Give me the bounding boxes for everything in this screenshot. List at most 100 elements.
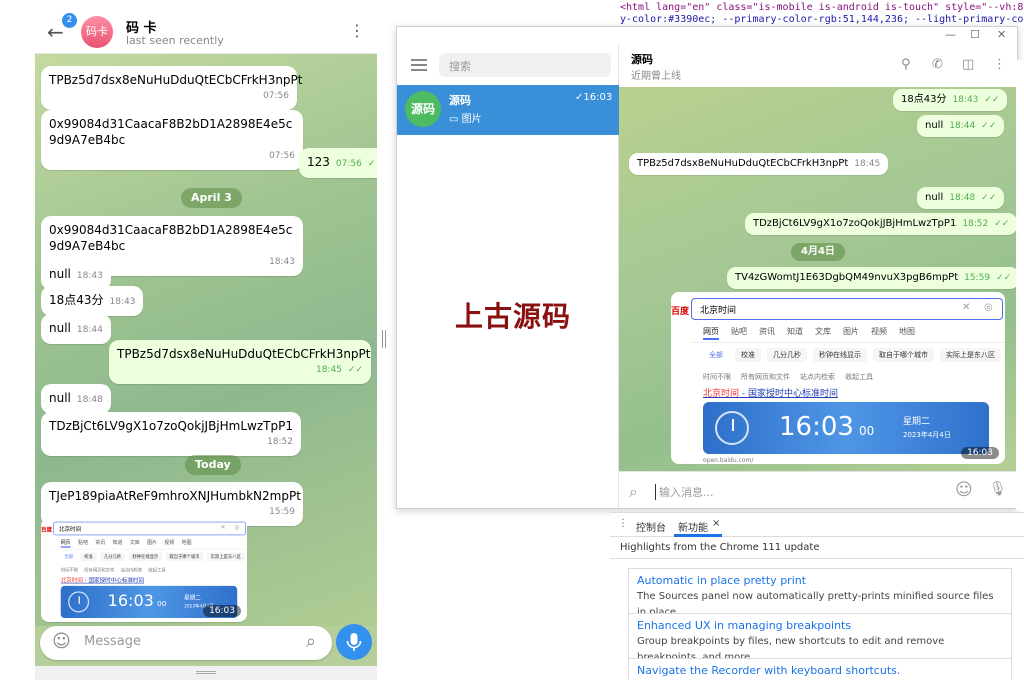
baidu-tab: 图片	[843, 327, 859, 336]
tab-whats-new[interactable]: 新功能	[678, 519, 708, 534]
search-icon[interactable]: ⚲	[901, 57, 911, 72]
paperclip-icon[interactable]: ⌕	[629, 482, 638, 502]
message-text: 123	[307, 155, 330, 169]
message-bubble[interactable]: TPBz5d7dsx8eNuHuDduQtECbCFrkH3npPt 07:56	[41, 66, 303, 110]
message-text: null	[925, 120, 944, 131]
feature-card[interactable]: Navigate the Recorder with keyboard shor…	[628, 658, 1012, 680]
message-bubble[interactable]: null 18:44	[41, 314, 111, 344]
chat-title[interactable]: 源码	[631, 51, 653, 67]
feature-title[interactable]: Enhanced UX in managing breakpoints	[637, 618, 1003, 634]
resize-handle[interactable]	[196, 671, 216, 674]
link-highlight: 北京时间	[703, 389, 740, 399]
message-bubble-outgoing[interactable]: 18点43分 18:43 ✓✓	[893, 89, 1008, 111]
baidu-logo: 百度	[41, 527, 53, 534]
close-icon: ✕	[962, 302, 971, 313]
baidu-tab: 图片	[147, 539, 157, 546]
menu-icon[interactable]	[411, 59, 427, 74]
tab-console[interactable]: 控制台	[636, 519, 666, 534]
link-text: - 国家授时中心标准时间	[82, 577, 145, 585]
double-check-icon: ✓✓	[984, 95, 1000, 105]
feature-title[interactable]: Automatic in place pretty print	[637, 573, 1003, 589]
message-list[interactable]: 18点43分 18:43 ✓✓ null 18:44 ✓✓ TPBz5d7dsx8eNu…	[619, 87, 1017, 471]
baidu-filters: 时间不限 所有网页和文件 站点内检索 收起工具	[61, 567, 172, 573]
image-message[interactable]: 百度 北京时间 ✕ ◎ 网页 贴吧 资讯 知道 文库 图片 视频 地图 全部 校准 几分几秒 秒钟在…	[671, 292, 1005, 464]
baidu-filters: 时间不限 所有网页和文件 站点内检索 收起工具	[703, 372, 883, 382]
message-text: null	[49, 321, 71, 335]
baidu-chips: 全部 校准 几分几秒 秒钟在线显示 取自于哪个城市 实际上是东八区	[60, 552, 247, 562]
message-bubble[interactable]: 0x99084d31CaacaF8B2bD1A2898E4e5c9d9A7eB4…	[41, 110, 303, 170]
message-bubble-outgoing[interactable]: TPBz5d7dsx8eNuHuDduQtECbCFrkH3npPt 18:45…	[109, 340, 371, 384]
baidu-chip: 取自于哪个城市	[165, 552, 204, 562]
close-button[interactable]: ✕	[997, 28, 1006, 41]
feature-title[interactable]: Navigate the Recorder with keyboard shor…	[637, 663, 1003, 679]
microphone-button[interactable]	[336, 624, 372, 660]
message-input[interactable]: 输入消息...	[655, 484, 714, 500]
image-message[interactable]: 百度 北京时间 ✕ ◎ 网页 贴吧 资讯 知道 文库 图片 视频 地图 全部 校准 几分几秒 秒钟在…	[41, 518, 247, 622]
message-bubble-outgoing[interactable]: null 18:48 ✓✓	[917, 187, 1005, 209]
message-bubble-outgoing[interactable]: TDzBjCt6LV9gX1o7zoQokjJBjHmLwzTpP1 18:52 ✓…	[745, 213, 1017, 235]
divider	[53, 548, 247, 550]
more-vertical-icon[interactable]: ⋮	[993, 57, 1006, 72]
minimize-button[interactable]: —	[945, 28, 956, 41]
mobile-chat-view: ← 2 码卡 码 卡 last seen recently ⋮ TPBz5d7d…	[35, 10, 377, 666]
baidu-chip: 取自于哪个城市	[873, 348, 934, 362]
pane-splitter[interactable]	[382, 330, 386, 348]
desktop-telegram-window: — ☐ ✕ 搜索 源码 源码 ▭ 图片 ✓16:03 上古源码 源码 近期曾上线…	[396, 26, 1018, 509]
search-input[interactable]: 搜索	[439, 53, 611, 77]
baidu-chip: 几分几秒	[100, 552, 125, 562]
baidu-filter: 收起工具	[845, 373, 873, 381]
baidu-tab: 网页	[703, 327, 719, 340]
message-bubble[interactable]: TPBz5d7dsx8eNuHuDduQtECbCFrkH3npPt 18:45	[629, 153, 889, 175]
camera-icon: ◎	[984, 302, 993, 313]
message-text: TPBz5d7dsx8eNuHuDduQtECbCFrkH3npPt	[117, 347, 371, 361]
message-time: 18:44	[949, 121, 976, 131]
baidu-chip: 校准	[735, 348, 761, 362]
message-text: TPBz5d7dsx8eNuHuDduQtECbCFrkH3npPt	[637, 158, 849, 169]
chat-name: 源码	[449, 94, 471, 107]
baidu-chip: 全部	[60, 552, 77, 562]
maximize-button[interactable]: ☐	[970, 28, 980, 41]
double-check-icon: ✓✓	[994, 219, 1010, 229]
sidebar-icon[interactable]: ◫	[962, 57, 974, 72]
baidu-chip: 校准	[80, 552, 97, 562]
more-vertical-icon[interactable]: ⋮	[349, 21, 365, 40]
close-icon[interactable]: ×	[712, 518, 720, 529]
message-time: 16:03	[203, 605, 241, 617]
chat-header: 源码 近期曾上线 ⚲ ✆ ◫ ⋮	[619, 45, 1017, 87]
emoji-icon[interactable]: ☺	[52, 632, 71, 652]
message-bubble-outgoing[interactable]: null 18:44 ✓✓	[917, 115, 1005, 137]
message-input[interactable]: Message	[84, 634, 141, 649]
baidu-tab: 文库	[129, 539, 140, 546]
message-bubble-outgoing[interactable]: 123 07:56 ✓✓	[299, 148, 377, 178]
message-text: TDzBjCt6LV9gX1o7zoQokjJBjHmLwzTpP1	[753, 218, 957, 229]
microphone-icon[interactable]: 🎙	[989, 481, 1007, 497]
phone-icon[interactable]: ✆	[932, 57, 943, 72]
arrow-left-icon[interactable]: ←	[47, 22, 64, 42]
baidu-chip: 几分几秒	[767, 348, 807, 362]
window-titlebar[interactable]: — ☐ ✕	[397, 27, 1017, 45]
clock-weekday: 星期二	[903, 417, 931, 427]
message-bubble[interactable]: TDzBjCt6LV9gX1o7zoQokjJBjHmLwzTpP1 18:52	[41, 412, 301, 456]
chat-status: 近期曾上线	[631, 71, 681, 82]
message-text: 18点43分	[49, 293, 104, 307]
message-composer: ⌕ 输入消息... ☺ 🎙	[619, 471, 1017, 508]
emoji-icon[interactable]: ☺	[955, 480, 973, 500]
baidu-logo: 百度	[671, 307, 690, 317]
message-time: 07:56	[269, 151, 295, 161]
message-bubble[interactable]: null 18:48	[41, 384, 111, 414]
message-time: 18:48	[76, 395, 103, 405]
baidu-search-box: 北京时间 ✕ ◎	[53, 521, 246, 536]
message-bubble[interactable]: 18点43分 18:43	[41, 286, 144, 316]
message-list[interactable]: TPBz5d7dsx8eNuHuDduQtECbCFrkH3npPt 07:56…	[35, 54, 377, 626]
more-vertical-icon[interactable]: ⋮	[618, 518, 628, 529]
clock-date: 2023年4月4日	[903, 431, 951, 439]
divider	[691, 342, 1005, 343]
chat-list-item-active[interactable]: 源码 源码 ▭ 图片 ✓16:03	[397, 85, 619, 135]
avatar[interactable]: 码卡	[81, 16, 113, 48]
link-text: - 国家授时中心标准时间	[739, 389, 838, 399]
date-separator: 4月4日	[791, 243, 845, 261]
paperclip-icon[interactable]: ⌕	[306, 631, 316, 652]
message-text: TJeP189piaAtReF9mhroXNJHumbkN2mpPt	[49, 489, 301, 503]
message-bubble-outgoing[interactable]: TV4zGWomtJ1E63DgbQM49nvuX3pgB6mpPt 15:59 ✓…	[727, 267, 1017, 289]
baidu-tab: 资讯	[759, 327, 775, 336]
